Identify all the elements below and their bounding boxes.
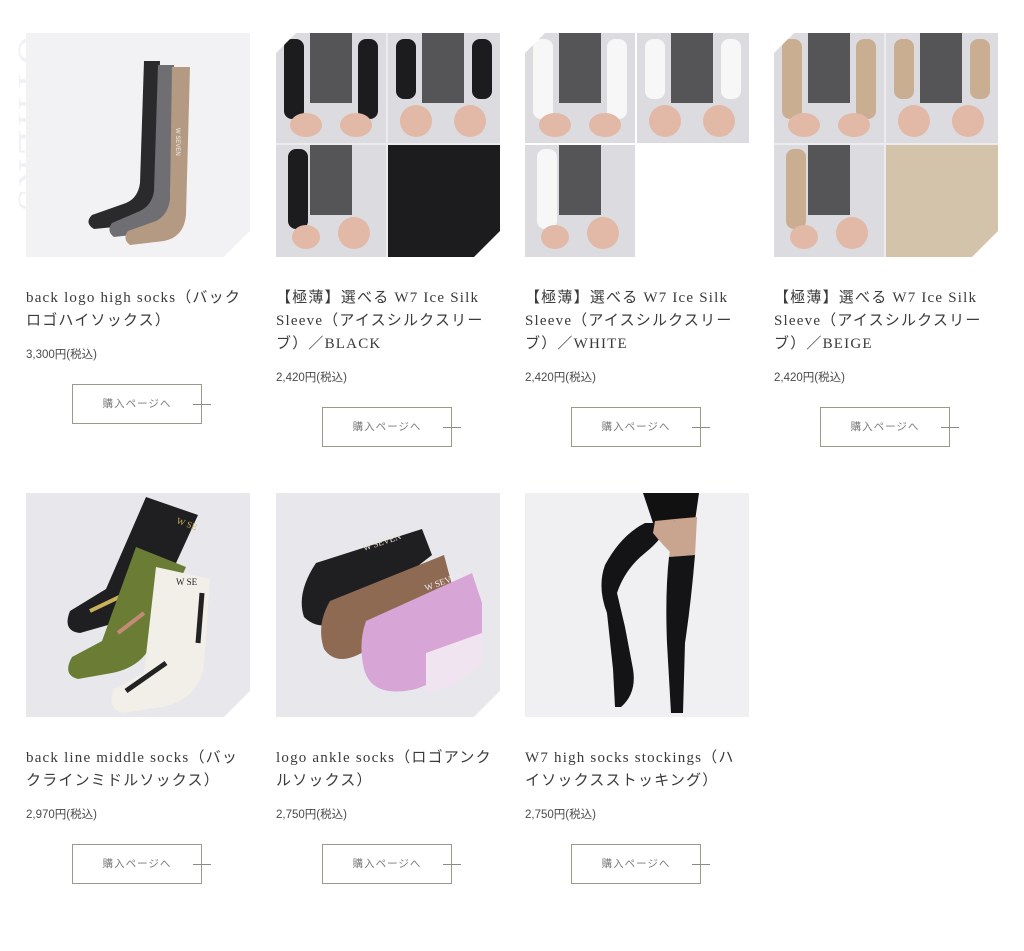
button-label: 購入ページへ xyxy=(601,858,671,870)
product-card: 【極薄】選べる W7 Ice Silk Sleeve（アイスシルクスリーブ）／B… xyxy=(774,33,998,447)
product-price: 2,750円(税込) xyxy=(276,809,347,821)
button-label: 購入ページへ xyxy=(102,858,172,870)
product-name[interactable]: 【極薄】選べる W7 Ice Silk Sleeve（アイスシルクスリーブ）／W… xyxy=(525,287,749,356)
arrow-line-icon xyxy=(941,427,959,428)
product-price: 2,420円(税込) xyxy=(276,372,347,384)
button-label: 購入ページへ xyxy=(850,421,920,433)
purchase-page-button[interactable]: 購入ページへ xyxy=(322,844,461,884)
product-name[interactable]: 【極薄】選べる W7 Ice Silk Sleeve（アイスシルクスリーブ）／B… xyxy=(774,287,998,356)
button-label: 購入ページへ xyxy=(601,421,671,433)
product-card: 【極薄】選べる W7 Ice Silk Sleeve（アイスシルクスリーブ）／W… xyxy=(525,33,749,447)
product-image-middle-socks[interactable]: W SE W SE xyxy=(26,493,250,717)
product-card: W SEVEN back logo high socks（バックロゴハイソックス… xyxy=(26,33,250,424)
purchase-page-button[interactable]: 購入ページへ xyxy=(72,384,211,424)
button-label: 購入ページへ xyxy=(352,421,422,433)
product-card: W SE W SE back line middle socks（バックラインミ… xyxy=(26,493,250,884)
product-price: 2,420円(税込) xyxy=(774,372,845,384)
purchase-page-button[interactable]: 購入ページへ xyxy=(322,407,461,447)
svg-text:W SE: W SE xyxy=(176,577,198,587)
arrow-line-icon xyxy=(692,864,710,865)
product-image-sleeve-beige[interactable] xyxy=(774,33,998,257)
product-card: W7 high socks stockings（ハイソックスストッキング） 2,… xyxy=(525,493,749,884)
product-image-stocking-legs[interactable] xyxy=(525,493,749,717)
product-name[interactable]: logo ankle socks（ロゴアンクルソックス） xyxy=(276,747,500,793)
arrow-line-icon xyxy=(193,864,211,865)
product-name[interactable]: 【極薄】選べる W7 Ice Silk Sleeve（アイスシルクスリーブ）／B… xyxy=(276,287,500,356)
product-image-sleeve-white[interactable] xyxy=(525,33,749,257)
product-price: 2,750円(税込) xyxy=(525,809,596,821)
product-name[interactable]: back line middle socks（バックラインミドルソックス） xyxy=(26,747,250,793)
product-image-ankle-socks[interactable]: W SEVEN W SEVEN xyxy=(276,493,500,717)
button-label: 購入ページへ xyxy=(102,398,172,410)
button-label: 購入ページへ xyxy=(352,858,422,870)
product-name[interactable]: W7 high socks stockings（ハイソックスストッキング） xyxy=(525,747,749,793)
product-image-high-socks[interactable]: W SEVEN xyxy=(26,33,250,257)
svg-text:W SEVEN: W SEVEN xyxy=(174,128,180,156)
purchase-page-button[interactable]: 購入ページへ xyxy=(571,844,710,884)
product-price: 2,420円(税込) xyxy=(525,372,596,384)
purchase-page-button[interactable]: 購入ページへ xyxy=(571,407,710,447)
product-card: W SEVEN W SEVEN logo ankle socks（ロゴアンクルソ… xyxy=(276,493,500,884)
arrow-line-icon xyxy=(443,427,461,428)
product-price: 3,300円(税込) xyxy=(26,349,97,361)
arrow-line-icon xyxy=(193,404,211,405)
arrow-line-icon xyxy=(443,864,461,865)
purchase-page-button[interactable]: 購入ページへ xyxy=(820,407,959,447)
purchase-page-button[interactable]: 購入ページへ xyxy=(72,844,211,884)
product-image-sleeve-black[interactable] xyxy=(276,33,500,257)
product-name[interactable]: back logo high socks（バックロゴハイソックス） xyxy=(26,287,250,333)
product-card: 【極薄】選べる W7 Ice Silk Sleeve（アイスシルクスリーブ）／B… xyxy=(276,33,500,447)
arrow-line-icon xyxy=(692,427,710,428)
product-price: 2,970円(税込) xyxy=(26,809,97,821)
